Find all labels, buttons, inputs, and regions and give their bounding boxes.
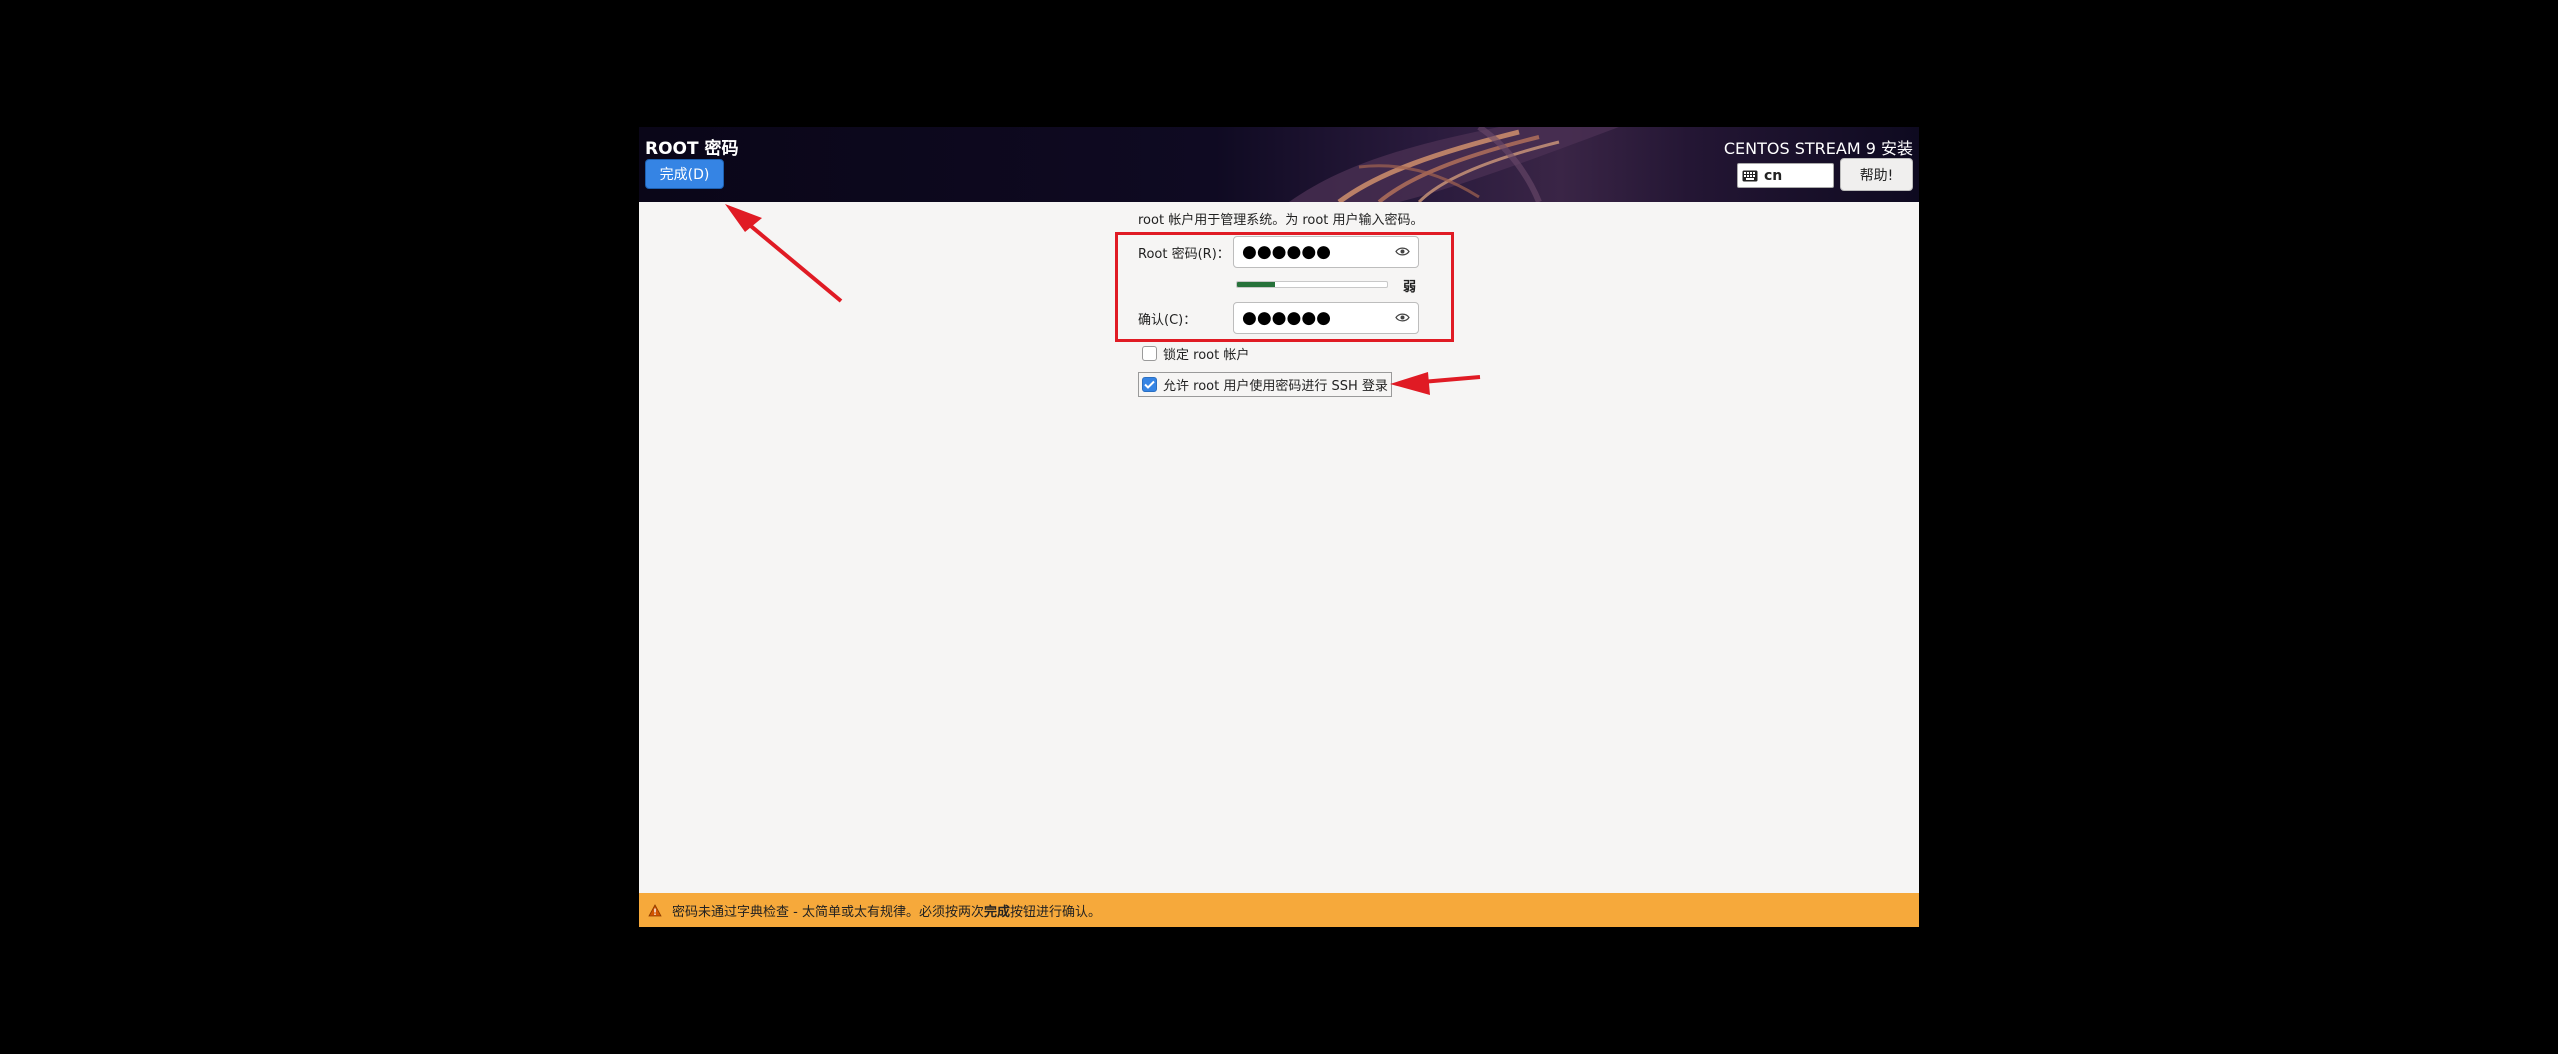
warning-icon — [648, 903, 662, 916]
done-button[interactable]: 完成(D) — [645, 159, 724, 189]
warning-bar: 密码未通过字典检查 - 太简单或太有规律。必须按两次完成按钮进行确认。 — [639, 893, 1919, 927]
password-strength-fill — [1237, 282, 1275, 287]
password-strength-label: 弱 — [1403, 280, 1417, 295]
allow-ssh-label: 允许 root 用户使用密码进行 SSH 登录 — [1163, 379, 1388, 394]
show-password-icon[interactable] — [1395, 246, 1410, 257]
page-title: ROOT 密码 — [645, 139, 739, 159]
lock-root-row[interactable]: 锁定 root 帐户 — [1142, 344, 1249, 363]
allow-ssh-row[interactable]: 允许 root 用户使用密码进行 SSH 登录 — [1138, 372, 1392, 397]
password-value: ●●●●●● — [1242, 242, 1332, 262]
keyboard-icon — [1742, 170, 1758, 181]
help-button[interactable]: 帮助! — [1840, 158, 1913, 191]
root-password-form: root 帐户用于管理系统。为 root 用户输入密码。 Root 密码(R)：… — [639, 202, 1919, 893]
confirm-password-value: ●●●●●● — [1242, 308, 1332, 328]
allow-ssh-checkbox[interactable] — [1142, 377, 1157, 392]
keyboard-layout-indicator[interactable]: cn — [1737, 163, 1834, 188]
keyboard-layout-label: cn — [1764, 167, 1783, 184]
warning-text: 密码未通过字典检查 - 太简单或太有规律。必须按两次完成按钮进行确认。 — [672, 904, 1101, 920]
installer-window: ROOT 密码 完成(D) CENTOS STREAM 9 安装 cn 帮助! … — [639, 127, 1919, 927]
confirm-label: 确认(C)： — [1138, 313, 1197, 328]
show-confirm-password-icon[interactable] — [1395, 312, 1410, 323]
confirm-password-field[interactable]: ●●●●●● — [1233, 302, 1419, 334]
password-label: Root 密码(R)： — [1138, 247, 1230, 262]
password-field[interactable]: ●●●●●● — [1233, 236, 1419, 268]
header-bar: ROOT 密码 完成(D) CENTOS STREAM 9 安装 cn 帮助! — [639, 127, 1919, 202]
checkmark-icon — [1144, 380, 1155, 389]
product-title: CENTOS STREAM 9 安装 — [1723, 139, 1913, 158]
lock-root-label: 锁定 root 帐户 — [1163, 348, 1250, 363]
instruction-text: root 帐户用于管理系统。为 root 用户输入密码。 — [1138, 213, 1424, 228]
password-strength-bar — [1236, 281, 1388, 288]
lock-root-checkbox[interactable] — [1142, 346, 1157, 361]
